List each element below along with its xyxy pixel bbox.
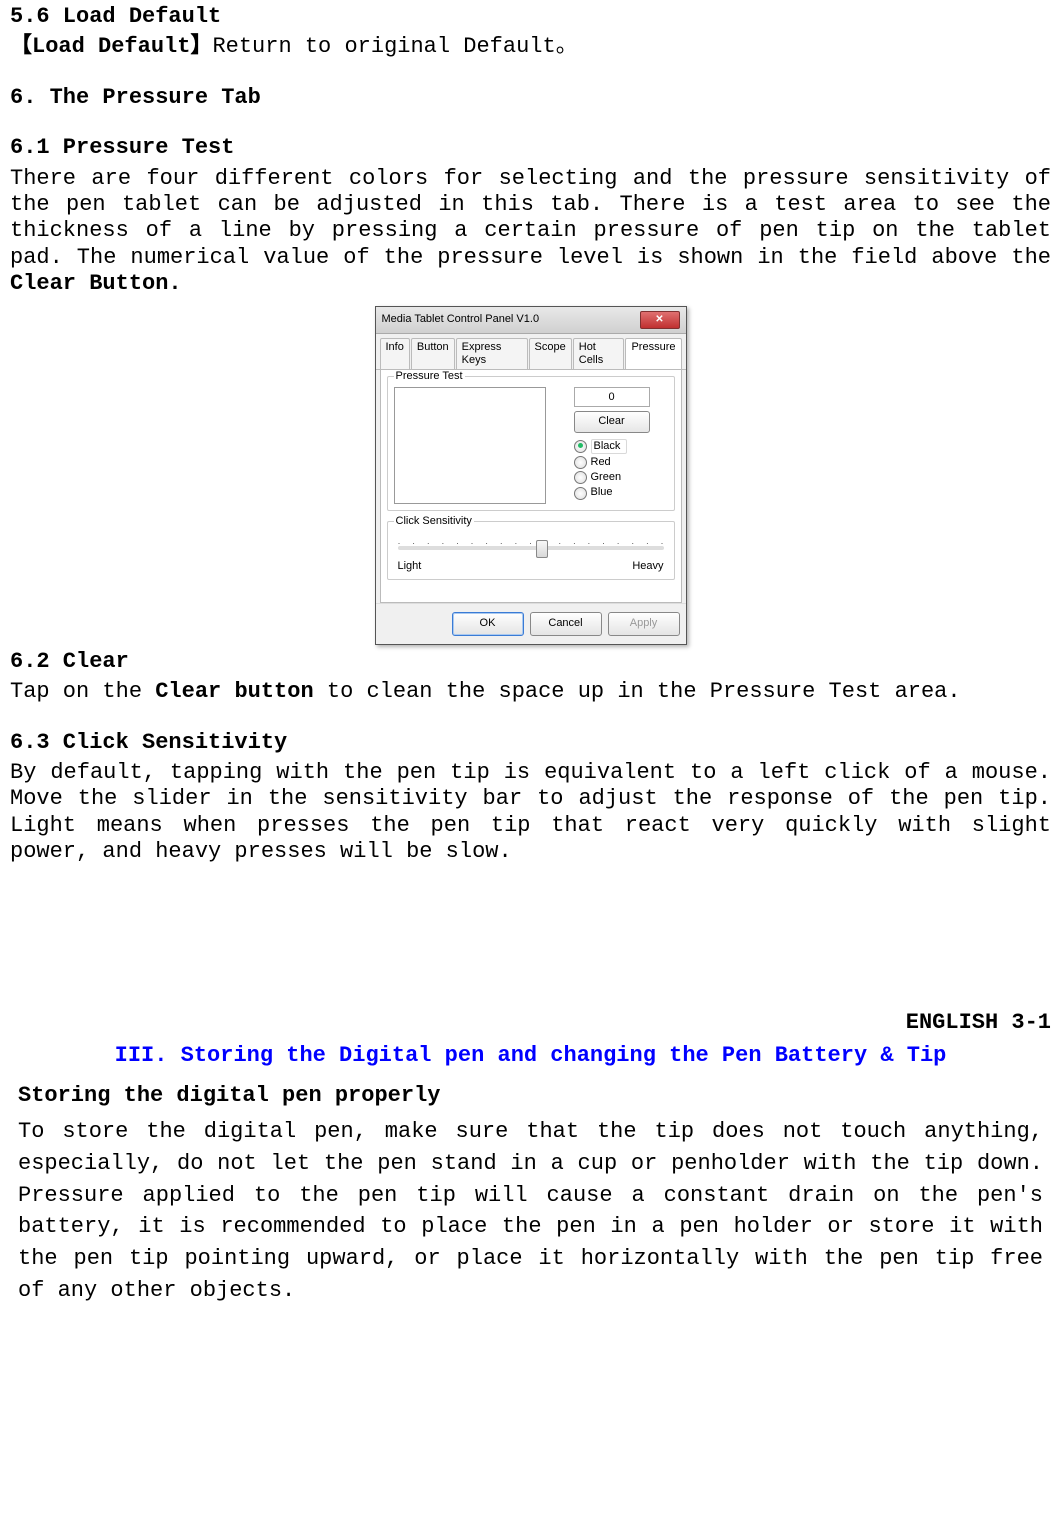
heading-part-3: III. Storing the Digital pen and changin… <box>18 1040 1043 1072</box>
ok-button[interactable]: OK <box>452 612 524 636</box>
heading-6: 6. The Pressure Tab <box>10 85 1051 111</box>
pressure-test-canvas[interactable] <box>394 387 546 504</box>
group-label-cs: Click Sensitivity <box>394 515 474 528</box>
group-label-pt: Pressure Test <box>394 370 465 383</box>
tab-scope[interactable]: Scope <box>529 338 572 369</box>
sensitivity-slider[interactable]: ··················· <box>398 546 664 550</box>
tab-info[interactable]: Info <box>380 338 410 369</box>
slider-thumb[interactable] <box>536 540 548 558</box>
radio-label-black: Black <box>591 439 628 454</box>
heading-6-3: 6.3 Click Sensitivity <box>10 730 1051 756</box>
radio-label-green: Green <box>591 471 622 484</box>
paragraph-5-6: 【Load Default】Return to original Default… <box>10 34 1051 60</box>
group-pressure-test: Pressure Test 0 Clear Black Red <box>387 376 675 511</box>
paragraph-6-3: By default, tapping with the pen tip is … <box>10 760 1051 866</box>
control-panel-dialog: Media Tablet Control Panel V1.0 ✕ Info B… <box>375 306 687 645</box>
p62-a: Tap on the <box>10 679 155 704</box>
cancel-button[interactable]: Cancel <box>530 612 602 636</box>
heading-6-2: 6.2 Clear <box>10 649 1051 675</box>
p62-c: to clean the space up in the Pressure Te… <box>314 679 961 704</box>
slider-label-light: Light <box>398 560 422 573</box>
apply-button[interactable]: Apply <box>608 612 680 636</box>
heading-storing: Storing the digital pen properly <box>18 1080 1043 1112</box>
radio-icon[interactable] <box>574 456 587 469</box>
window-title: Media Tablet Control Panel V1.0 <box>382 313 540 326</box>
titlebar[interactable]: Media Tablet Control Panel V1.0 ✕ <box>376 307 686 334</box>
radio-icon[interactable] <box>574 440 587 453</box>
tab-pressure[interactable]: Pressure <box>625 338 681 369</box>
tab-button[interactable]: Button <box>411 338 455 369</box>
radio-label-red: Red <box>591 456 611 469</box>
radio-red[interactable]: Red <box>574 456 668 469</box>
dialog-footer: OK Cancel Apply <box>376 603 686 644</box>
radio-green[interactable]: Green <box>574 471 668 484</box>
tabs-row: Info Button Express Keys Scope Hot Cells… <box>376 334 686 370</box>
slider-label-heavy: Heavy <box>632 560 663 573</box>
p62-b: Clear button <box>155 679 313 704</box>
radio-label-blue: Blue <box>591 486 613 499</box>
paragraph-6-1: There are four different colors for sele… <box>10 166 1051 298</box>
p61-body-b: Clear Button. <box>10 271 182 296</box>
tab-body: Pressure Test 0 Clear Black Red <box>380 370 682 603</box>
page-label: ENGLISH 3-1 <box>10 1010 1051 1036</box>
pressure-value-field: 0 <box>574 387 650 407</box>
clear-button[interactable]: Clear <box>574 411 650 433</box>
radio-black[interactable]: Black <box>574 439 668 454</box>
radio-blue[interactable]: Blue <box>574 486 668 499</box>
tab-hot-cells[interactable]: Hot Cells <box>573 338 625 369</box>
tab-express-keys[interactable]: Express Keys <box>456 338 528 369</box>
radio-icon[interactable] <box>574 487 587 500</box>
radio-icon[interactable] <box>574 471 587 484</box>
heading-5-6: 5.6 Load Default <box>10 4 1051 30</box>
paragraph-storing: To store the digital pen, make sure that… <box>18 1116 1043 1307</box>
p61-body-a: There are four different colors for sele… <box>10 166 1051 270</box>
paragraph-6-2: Tap on the Clear button to clean the spa… <box>10 679 1051 705</box>
close-icon[interactable]: ✕ <box>640 311 680 329</box>
load-default-text: Return to original Default。 <box>212 34 577 59</box>
load-default-bracket: 【Load Default】 <box>10 34 212 59</box>
heading-6-1: 6.1 Pressure Test <box>10 135 1051 161</box>
group-click-sensitivity: Click Sensitivity ··················· Li… <box>387 521 675 580</box>
